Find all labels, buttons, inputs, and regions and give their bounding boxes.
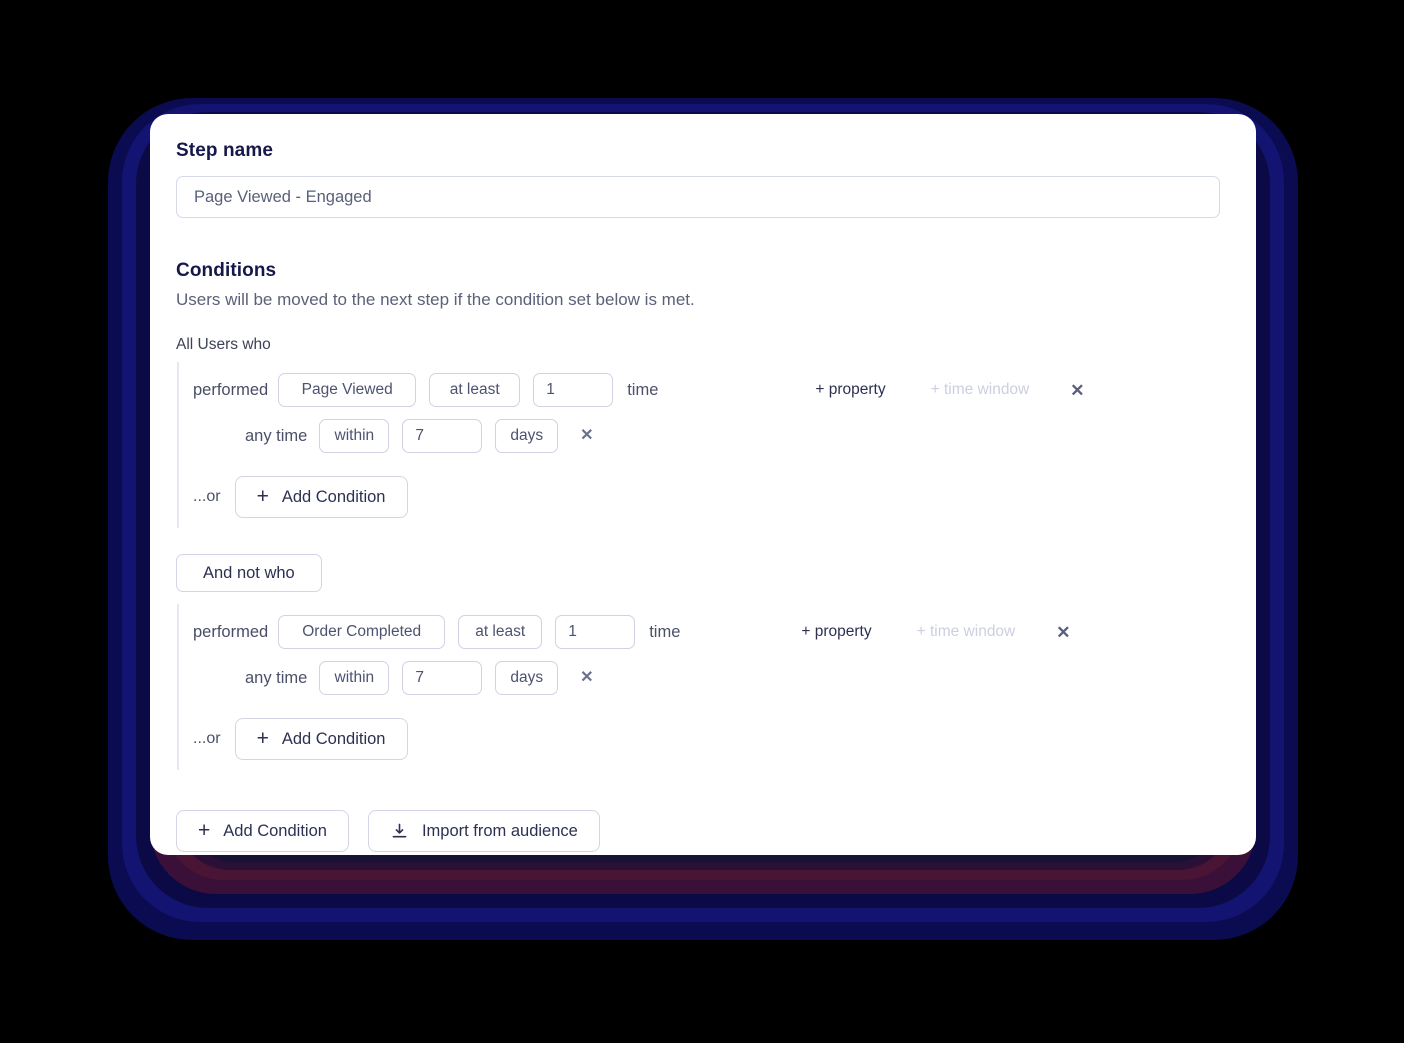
remove-condition-icon[interactable]: ✕	[1070, 382, 1084, 399]
add-property-link[interactable]: + property	[801, 623, 871, 641]
conditions-title: Conditions	[176, 260, 277, 281]
operator-select[interactable]: at least	[458, 615, 543, 649]
or-add-condition-row-1: ...or + Add Condition	[193, 476, 1230, 518]
condition-row-primary: performed Page Viewed at least 1 time + …	[193, 370, 1230, 410]
import-from-audience-button[interactable]: Import from audience	[367, 810, 600, 852]
condition-row-primary: performed Order Completed at least 1 tim…	[193, 612, 1230, 652]
plus-icon: +	[256, 726, 269, 750]
time-value-input[interactable]: 7	[402, 419, 483, 453]
import-from-audience-label: Import from audience	[421, 821, 578, 840]
add-condition-button-group-1[interactable]: + Add Condition	[234, 476, 408, 518]
add-condition-button-footer[interactable]: + Add Condition	[176, 810, 349, 852]
conditions-description: Users will be moved to the next step if …	[176, 290, 695, 309]
add-time-window-link[interactable]: + time window	[917, 623, 1016, 641]
time-value-input[interactable]: 7	[402, 661, 483, 695]
add-condition-label: Add Condition	[223, 821, 327, 840]
condition-verb-label: performed	[193, 380, 269, 399]
conditions-header: Conditions Users will be moved to the ne…	[176, 260, 1230, 310]
add-time-window-link[interactable]: + time window	[931, 381, 1030, 399]
count-unit-label: time	[649, 622, 681, 641]
condition-row-timewindow: any time within 7 days ✕	[193, 416, 1230, 456]
add-condition-button-group-2[interactable]: + Add Condition	[234, 718, 408, 760]
or-add-condition-row-2: ...or + Add Condition	[193, 718, 1230, 760]
condition-verb-label: performed	[193, 622, 269, 641]
count-unit-label: time	[627, 380, 659, 399]
time-operator-select[interactable]: within	[319, 419, 390, 453]
step-name-input[interactable]	[176, 176, 1220, 218]
time-unit-select[interactable]: days	[495, 419, 559, 453]
plus-icon: +	[198, 818, 211, 842]
group-label-all-users: All Users who	[176, 336, 271, 353]
condition-group-2: performed Order Completed at least 1 tim…	[177, 604, 1230, 770]
condition-group-1: performed Page Viewed at least 1 time + …	[177, 362, 1230, 528]
time-unit-select[interactable]: days	[495, 661, 559, 695]
and-not-who-button[interactable]: And not who	[176, 554, 322, 592]
remove-condition-icon[interactable]: ✕	[1056, 624, 1070, 641]
and-not-who-label: And not who	[203, 563, 295, 582]
remove-time-window-icon[interactable]: ✕	[580, 670, 593, 686]
count-input[interactable]: 1	[555, 615, 636, 649]
add-property-link[interactable]: + property	[815, 381, 885, 399]
or-label: ...or	[193, 488, 221, 505]
event-select[interactable]: Order Completed	[278, 615, 446, 649]
time-operator-select[interactable]: within	[319, 661, 390, 695]
add-condition-label: Add Condition	[281, 729, 386, 748]
plus-icon: +	[256, 484, 269, 508]
or-label: ...or	[193, 730, 221, 747]
step-name-label: Step name	[176, 140, 273, 161]
time-prefix-label: any time	[245, 426, 308, 445]
step-editor-card: Step name Conditions Users will be moved…	[150, 114, 1256, 855]
download-icon	[390, 822, 409, 841]
count-input[interactable]: 1	[533, 373, 614, 407]
and-not-who-wrap: And not who	[176, 554, 1230, 592]
footer-actions: + Add Condition Import from audience	[176, 810, 1230, 852]
condition-row-timewindow: any time within 7 days ✕	[193, 658, 1230, 698]
add-condition-label: Add Condition	[281, 487, 386, 506]
event-select[interactable]: Page Viewed	[278, 373, 417, 407]
page-root: Step name Conditions Users will be moved…	[0, 0, 1404, 1043]
operator-select[interactable]: at least	[429, 373, 521, 407]
time-prefix-label: any time	[245, 668, 308, 687]
remove-time-window-icon[interactable]: ✕	[580, 428, 593, 444]
